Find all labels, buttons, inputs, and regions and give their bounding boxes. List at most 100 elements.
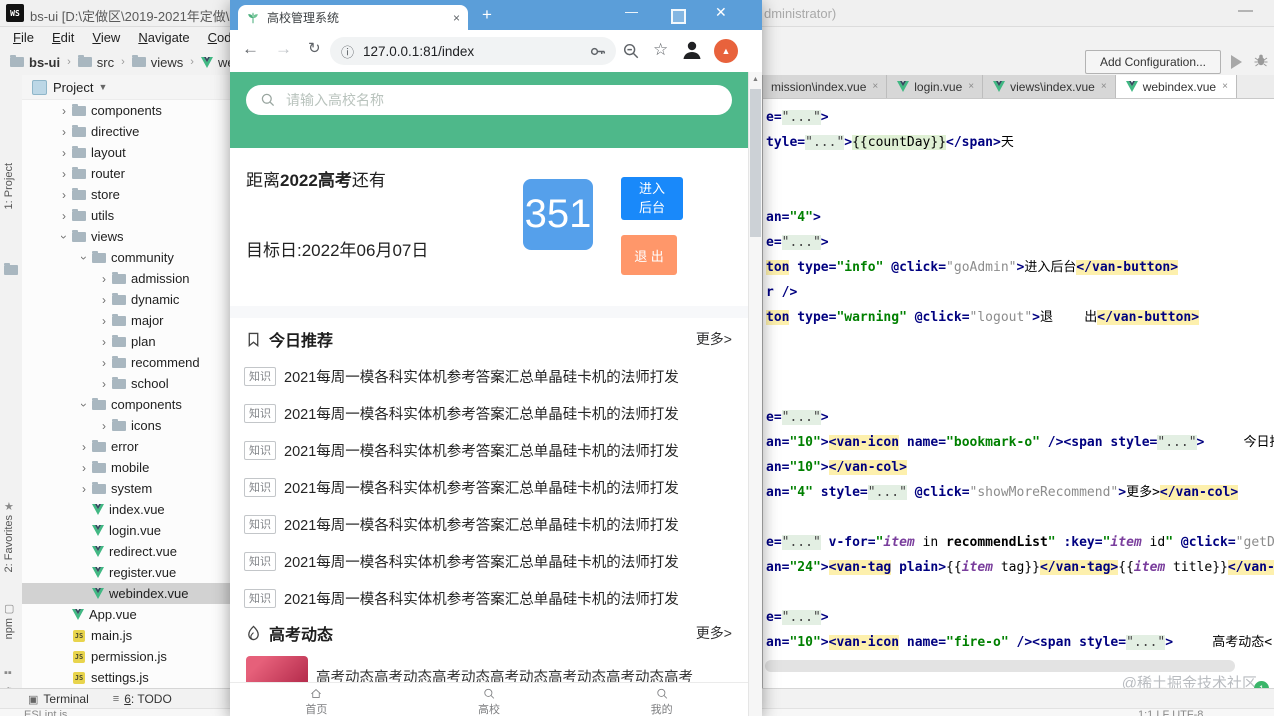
close-icon[interactable]: × bbox=[968, 81, 974, 92]
reload-button[interactable]: ↻ bbox=[308, 39, 321, 57]
tree-item-webindex-vue[interactable]: webindex.vue bbox=[22, 583, 230, 604]
favorites-star-icon[interactable]: ★ bbox=[4, 500, 14, 513]
close-icon[interactable]: × bbox=[872, 81, 878, 92]
tree-item-login-vue[interactable]: login.vue bbox=[22, 520, 230, 541]
bookmark-star-icon[interactable]: ☆ bbox=[653, 40, 668, 60]
tree-item-layout[interactable]: › layout bbox=[22, 142, 230, 163]
recommend-item[interactable]: 知识 2021每周一模各科实体机参考答案汇总单晶硅卡机的法师打发 bbox=[244, 586, 679, 610]
breadcrumb-views[interactable]: views bbox=[130, 55, 183, 70]
run-icon[interactable] bbox=[1231, 55, 1242, 69]
page-info-icon[interactable]: ⓘ bbox=[341, 42, 354, 61]
browser-maximize-button[interactable] bbox=[671, 9, 686, 24]
editor-tab-webindex-vue[interactable]: webindex.vue × bbox=[1115, 75, 1237, 98]
code-view[interactable]: e="..."> tyle="...">{{countDay}}</span>天 a… bbox=[763, 99, 1274, 655]
recommend-item[interactable]: 知识 2021每周一模各科实体机参考答案汇总单晶硅卡机的法师打发 bbox=[244, 549, 679, 573]
forward-button[interactable]: → bbox=[275, 39, 292, 59]
browser-scrollbar[interactable]: ▲ bbox=[748, 72, 762, 716]
terminal-button[interactable]: ▣ Terminal bbox=[28, 692, 89, 706]
npm-strip-icon[interactable]: ▢ bbox=[4, 602, 14, 615]
tree-item-components[interactable]: › components bbox=[22, 394, 230, 415]
back-button[interactable]: ← bbox=[242, 39, 259, 59]
tree-item-settings-js[interactable]: JS settings.js bbox=[22, 667, 230, 688]
tool-window-npm[interactable]: npm bbox=[3, 618, 15, 639]
nav-label: 我的 bbox=[650, 704, 673, 716]
tree-item-router[interactable]: › router bbox=[22, 163, 230, 184]
tree-item-store[interactable]: › store bbox=[22, 184, 230, 205]
nav-item-我的[interactable]: 我的 bbox=[575, 683, 748, 716]
breadcrumb-bsui[interactable]: bs-ui bbox=[8, 55, 60, 70]
notification-badge[interactable]: 1 bbox=[1254, 681, 1269, 688]
item-title: 2021每周一模各科实体机参考答案汇总单晶硅卡机的法师打发 bbox=[284, 480, 679, 497]
tree-item-plan[interactable]: › plan bbox=[22, 331, 230, 352]
tree-item-recommend[interactable]: › recommend bbox=[22, 352, 230, 373]
tree-item-icons[interactable]: › icons bbox=[22, 415, 230, 436]
url-text[interactable]: 127.0.0.1:81/index bbox=[363, 44, 589, 59]
eslint-status-text: ESLint is ... bbox=[24, 709, 80, 716]
tree-item-register-vue[interactable]: register.vue bbox=[22, 562, 230, 583]
password-key-icon[interactable] bbox=[589, 43, 606, 60]
tree-item-system[interactable]: › system bbox=[22, 478, 230, 499]
logout-button[interactable]: 退 出 bbox=[621, 235, 677, 275]
editor-tab-views-index-vue[interactable]: views\index.vue × bbox=[983, 75, 1116, 98]
new-tab-button[interactable]: + bbox=[482, 5, 492, 25]
todo-button[interactable]: ≡ 6: TODO bbox=[113, 692, 172, 706]
editor-tab-mission-index-vue[interactable]: mission\index.vue × bbox=[763, 75, 888, 98]
tree-item-error[interactable]: › error bbox=[22, 436, 230, 457]
tree-item-views[interactable]: › views bbox=[22, 226, 230, 247]
tree-item-index-vue[interactable]: index.vue bbox=[22, 499, 230, 520]
tree-item-community[interactable]: › community bbox=[22, 247, 230, 268]
tree-item-redirect-vue[interactable]: redirect.vue bbox=[22, 541, 230, 562]
zoom-icon[interactable] bbox=[622, 42, 640, 60]
tree-item-school[interactable]: › school bbox=[22, 373, 230, 394]
recommend-item[interactable]: 知识 2021每周一模各科实体机参考答案汇总单晶硅卡机的法师打发 bbox=[244, 438, 679, 462]
tree-item-directive[interactable]: › directive bbox=[22, 121, 230, 142]
tree-item-admission[interactable]: › admission bbox=[22, 268, 230, 289]
tree-item-dynamic[interactable]: › dynamic bbox=[22, 289, 230, 310]
search-input[interactable] bbox=[284, 91, 688, 109]
recommend-item[interactable]: 知识 2021每周一模各科实体机参考答案汇总单晶硅卡机的法师打发 bbox=[244, 512, 679, 536]
tree-item-App-vue[interactable]: App.vue bbox=[22, 604, 230, 625]
debug-icon[interactable] bbox=[1254, 53, 1268, 68]
structure-strip-icon[interactable]: ▪▪ bbox=[4, 667, 12, 679]
menu-navigate[interactable]: Navigate bbox=[129, 30, 198, 45]
tab-close-icon[interactable]: × bbox=[453, 11, 460, 25]
address-bar[interactable]: ⓘ 127.0.0.1:81/index bbox=[330, 37, 616, 65]
tree-item-major[interactable]: › major bbox=[22, 310, 230, 331]
ide-minimize-button[interactable]: — bbox=[1238, 2, 1253, 19]
browser-minimize-button[interactable]: — bbox=[625, 4, 638, 19]
breadcrumb-src[interactable]: src bbox=[76, 55, 114, 70]
tree-item-components[interactable]: › components bbox=[22, 100, 230, 121]
recommend-more-link[interactable]: 更多> bbox=[696, 329, 732, 349]
tool-window-project[interactable]: 1: Project bbox=[3, 163, 15, 209]
tree-item-permission-js[interactable]: JS permission.js bbox=[22, 646, 230, 667]
editor-tab-login-vue[interactable]: login.vue × bbox=[887, 75, 984, 98]
scrollbar-thumb[interactable] bbox=[750, 89, 761, 237]
browser-close-button[interactable]: ✕ bbox=[715, 4, 727, 21]
js-file-icon: JS bbox=[73, 629, 85, 642]
close-icon[interactable]: × bbox=[1222, 81, 1228, 92]
menu-view[interactable]: View bbox=[83, 30, 129, 45]
tree-item-utils[interactable]: › utils bbox=[22, 205, 230, 226]
school-search-box[interactable] bbox=[246, 85, 732, 115]
project-panel-header[interactable]: Project ▼ bbox=[22, 75, 230, 100]
recommend-item[interactable]: 知识 2021每周一模各科实体机参考答案汇总单晶硅卡机的法师打发 bbox=[244, 364, 679, 388]
horizontal-scrollbar[interactable] bbox=[765, 660, 1235, 672]
close-icon[interactable]: × bbox=[1101, 81, 1107, 92]
nav-item-首页[interactable]: 首页 bbox=[230, 683, 403, 716]
scroll-up-arrow-icon[interactable]: ▲ bbox=[752, 76, 759, 83]
profile-icon[interactable] bbox=[680, 38, 704, 62]
chevron-right-icon: › bbox=[102, 418, 106, 433]
menu-file[interactable]: File bbox=[4, 30, 43, 45]
menu-edit[interactable]: Edit bbox=[43, 30, 83, 45]
recommend-item[interactable]: 知识 2021每周一模各科实体机参考答案汇总单晶硅卡机的法师打发 bbox=[244, 475, 679, 499]
update-arrow-icon[interactable]: ▲ bbox=[714, 39, 738, 63]
tree-item-main-js[interactable]: JS main.js bbox=[22, 625, 230, 646]
dynamic-more-link[interactable]: 更多> bbox=[696, 623, 732, 643]
add-configuration-button[interactable]: Add Configuration... bbox=[1085, 50, 1221, 74]
browser-tab[interactable]: 高校管理系统 × bbox=[238, 5, 468, 30]
tool-window-favorites[interactable]: 2: Favorites bbox=[3, 515, 15, 572]
nav-item-高校[interactable]: 高校 bbox=[403, 683, 576, 716]
recommend-item[interactable]: 知识 2021每周一模各科实体机参考答案汇总单晶硅卡机的法师打发 bbox=[244, 401, 679, 425]
go-admin-button[interactable]: 进入后台 bbox=[621, 177, 683, 220]
tree-item-mobile[interactable]: › mobile bbox=[22, 457, 230, 478]
